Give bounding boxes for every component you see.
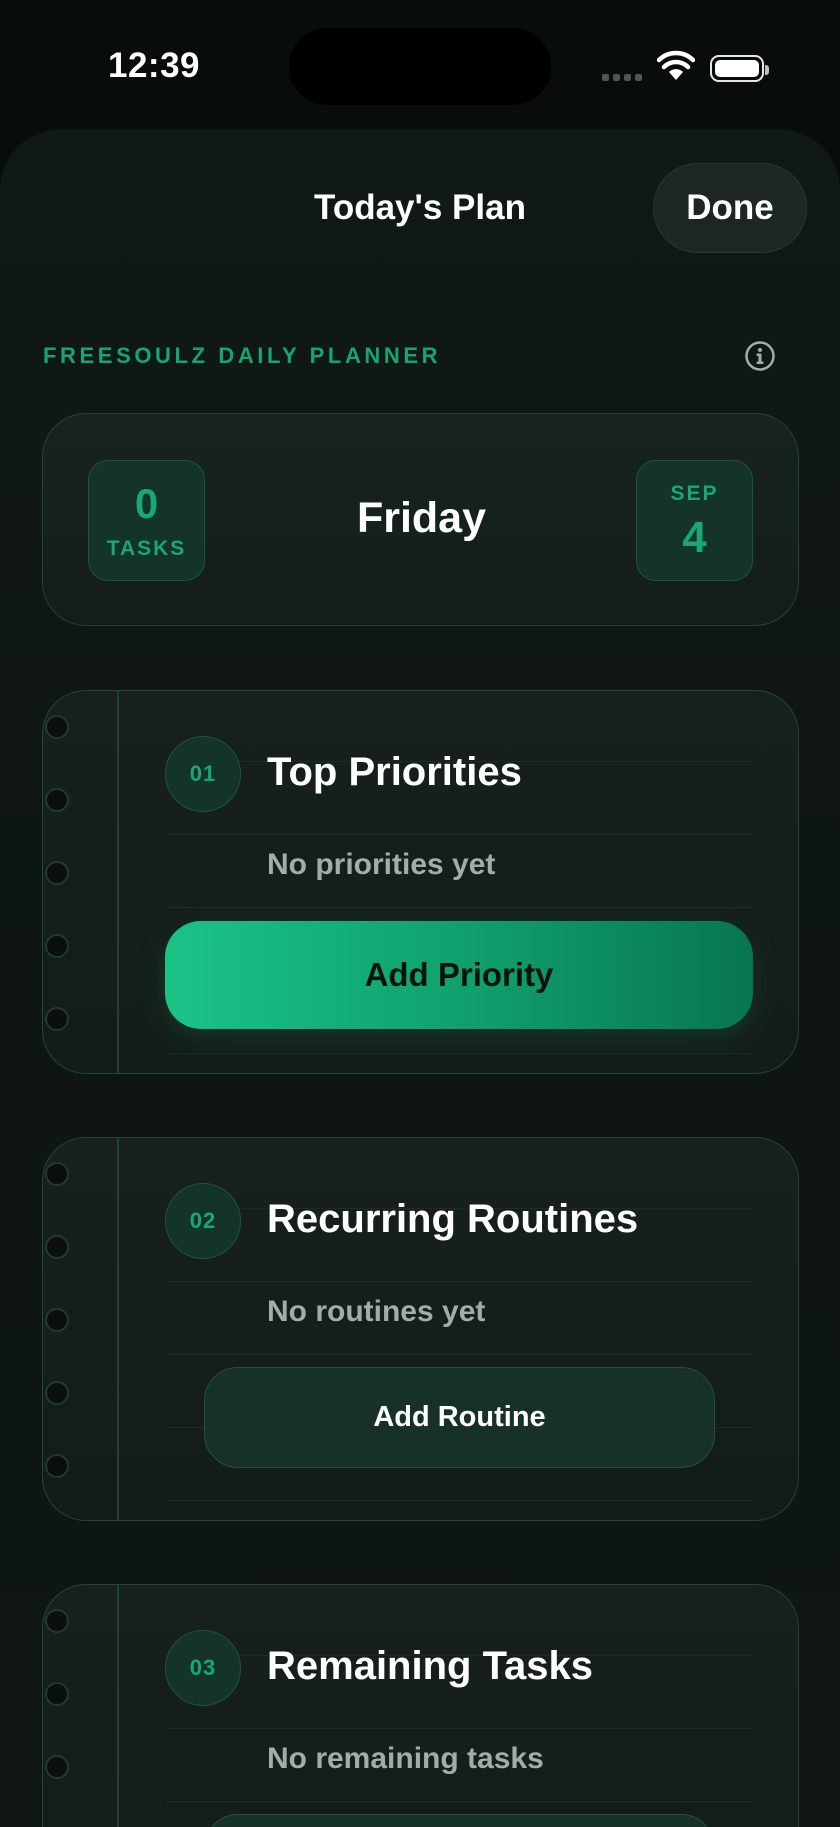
date-number: 4 [682, 512, 707, 562]
status-time: 12:39 [108, 46, 201, 85]
rule-line [165, 1728, 752, 1729]
rule-line [165, 1281, 752, 1282]
battery-icon [710, 55, 769, 82]
binder-hole [45, 1235, 69, 1259]
rule-line [165, 907, 752, 908]
section-number-badge: 02 [165, 1183, 241, 1259]
cellular-signal-icon [602, 74, 642, 81]
binder-hole [45, 715, 69, 739]
empty-state-text: No routines yet [267, 1295, 486, 1328]
section-number-badge: 01 [165, 736, 241, 812]
empty-state-text: No remaining tasks [267, 1742, 544, 1775]
binder-hole [45, 1755, 69, 1779]
add-priority-button[interactable]: Add Priority [165, 921, 753, 1029]
section-title: Top Priorities [267, 750, 522, 794]
rule-line [165, 1500, 752, 1501]
date-card: 0 TASKS Friday SEP 4 [42, 413, 799, 626]
binder-hole [45, 788, 69, 812]
margin-line [117, 691, 119, 1073]
screen: 12:39 Today's Plan Done FREESOULZ DAILY … [0, 0, 840, 1827]
wifi-icon [657, 50, 695, 80]
priorities-card: 01 Top Priorities No priorities yet Add … [42, 690, 799, 1074]
margin-line [117, 1585, 119, 1827]
rule-line [165, 1354, 752, 1355]
binder-hole [45, 1381, 69, 1405]
add-task-button[interactable] [204, 1814, 715, 1827]
binder-hole [45, 1308, 69, 1332]
binder-hole [45, 1609, 69, 1633]
binder-hole [45, 1682, 69, 1706]
empty-state-text: No priorities yet [267, 848, 496, 881]
section-number-badge: 03 [165, 1630, 241, 1706]
margin-line [117, 1138, 119, 1520]
dynamic-island [289, 28, 551, 105]
section-title: Remaining Tasks [267, 1644, 594, 1688]
section-title: Recurring Routines [267, 1197, 639, 1241]
info-icon[interactable] [744, 340, 776, 372]
binder-hole [45, 1162, 69, 1186]
planner-kicker: FREESOULZ DAILY PLANNER [43, 343, 442, 368]
rule-line [165, 1801, 752, 1802]
binder-hole [45, 1007, 69, 1031]
remaining-tasks-card: 03 Remaining Tasks No remaining tasks [42, 1584, 799, 1827]
rule-line [165, 834, 752, 835]
rule-line [165, 1053, 752, 1054]
done-button[interactable]: Done [653, 163, 807, 253]
binder-hole [45, 861, 69, 885]
binder-hole [45, 1454, 69, 1478]
binder-hole [45, 934, 69, 958]
add-routine-button[interactable]: Add Routine [204, 1367, 715, 1468]
month-label: SEP [670, 481, 719, 505]
routines-card: 02 Recurring Routines No routines yet Ad… [42, 1137, 799, 1521]
date-tile: SEP 4 [636, 460, 753, 581]
